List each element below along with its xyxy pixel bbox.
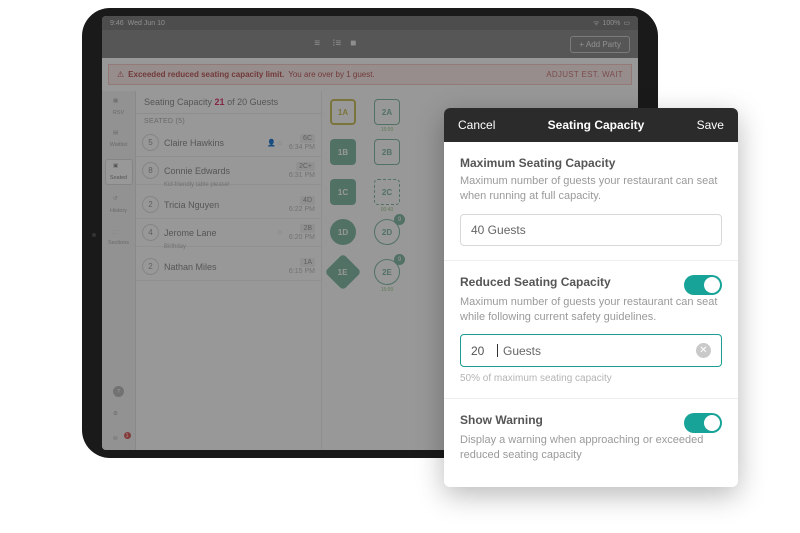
max-capacity-field[interactable]: 40 Guests bbox=[460, 214, 722, 246]
tablet-camera bbox=[92, 233, 96, 237]
max-capacity-section: Maximum Seating Capacity Maximum number … bbox=[444, 142, 738, 261]
table-badge: 9 bbox=[394, 254, 405, 265]
capacity-header: Seating Capacity 21 of 20 Guests bbox=[136, 91, 321, 114]
guest-row[interactable]: 2Nathan Miles1A6:15 PM bbox=[136, 253, 321, 281]
cancel-button[interactable]: Cancel bbox=[458, 118, 495, 132]
reduced-capacity-desc: Maximum number of guests your restaurant… bbox=[460, 295, 722, 325]
status-time: 9:46 bbox=[110, 20, 124, 27]
gear-icon: ⚙ bbox=[113, 411, 124, 422]
mail-icon: ✉ bbox=[113, 436, 124, 447]
show-warning-toggle[interactable] bbox=[684, 413, 722, 433]
guest-row[interactable]: 4Jerome Lane⌂2B6:20 PM bbox=[136, 219, 321, 247]
table-2E[interactable]: 2E bbox=[374, 259, 400, 285]
detail-view-icon[interactable]: ⁝≡ bbox=[332, 39, 342, 49]
table-2D[interactable]: 2D bbox=[374, 219, 400, 245]
table-2A[interactable]: 2A bbox=[374, 99, 400, 125]
list-view-icon[interactable]: ≡ bbox=[314, 39, 324, 49]
nav-inbox[interactable]: ✉1 bbox=[105, 433, 133, 450]
clipboard-icon: ▤ bbox=[113, 130, 124, 141]
top-toolbar: ≡ ⁝≡ ■ + Add Party bbox=[102, 30, 638, 58]
guest-list-column: Seating Capacity 21 of 20 Guests SEATED … bbox=[136, 91, 322, 450]
table-badge: 9 bbox=[394, 214, 405, 225]
reduced-capacity-heading: Reduced Seating Capacity bbox=[460, 275, 674, 289]
nav-waitlist[interactable]: ▤Waitlist bbox=[105, 127, 133, 151]
capacity-warning-banner: ⚠ Exceeded reduced seating capacity limi… bbox=[108, 64, 632, 85]
battery-label: 100% bbox=[602, 20, 620, 27]
warning-text-rest: You are over by 1 guest. bbox=[288, 70, 374, 79]
table-1D[interactable]: 1D bbox=[330, 219, 356, 245]
table-1C[interactable]: 1C bbox=[330, 179, 356, 205]
warning-icon: ⚠ bbox=[117, 70, 124, 79]
seat-icon: ▣ bbox=[113, 163, 124, 174]
reduced-capacity-section: Reduced Seating Capacity Maximum number … bbox=[444, 261, 738, 400]
calendar-icon: ▦ bbox=[113, 98, 124, 109]
max-capacity-desc: Maximum number of guests your restaurant… bbox=[460, 174, 722, 204]
inbox-badge: 1 bbox=[124, 432, 131, 439]
reduced-capacity-input[interactable] bbox=[471, 344, 493, 358]
seated-section-label: SEATED (5) bbox=[136, 114, 321, 129]
side-nav: ▦RSV ▤Waitlist ▣Seated ↺History ⸬Section… bbox=[102, 91, 136, 450]
status-date: Wed Jun 10 bbox=[128, 20, 165, 27]
reduced-capacity-toggle[interactable] bbox=[684, 275, 722, 295]
guest-note: Kid-friendly table please! bbox=[136, 182, 321, 191]
guest-row[interactable]: 8Connie Edwards2C+6:31 PM bbox=[136, 157, 321, 185]
battery-icon: ▭ bbox=[623, 19, 630, 27]
adjust-wait-link[interactable]: ADJUST EST. WAIT bbox=[546, 70, 623, 79]
guest-row[interactable]: 2Tricia Nguyen4D6:22 PM bbox=[136, 191, 321, 219]
table-1E[interactable]: 1E bbox=[325, 254, 362, 291]
guest-note: Birthday bbox=[136, 244, 321, 253]
help-icon: ? bbox=[113, 386, 124, 397]
modal-title: Seating Capacity bbox=[548, 118, 645, 132]
status-bar: 9:46 Wed Jun 10 ᯤ 100% ▭ bbox=[102, 16, 638, 30]
table-1B[interactable]: 1B bbox=[330, 139, 356, 165]
table-1A[interactable]: 1A bbox=[330, 99, 356, 125]
warning-text-bold: Exceeded reduced seating capacity limit. bbox=[128, 70, 284, 79]
grid-icon: ⸬ bbox=[113, 228, 124, 239]
view-mode-switch[interactable]: ≡ ⁝≡ ■ bbox=[314, 39, 360, 49]
table-2C[interactable]: 2C bbox=[374, 179, 400, 205]
wifi-icon: ᯤ bbox=[593, 19, 599, 28]
reduced-capacity-field[interactable]: Guests ✕ bbox=[460, 334, 722, 367]
nav-rsv[interactable]: ▦RSV bbox=[105, 95, 133, 119]
guest-row[interactable]: 5Claire Hawkins👤 ⌂6C6:34 PM bbox=[136, 129, 321, 157]
reduced-capacity-suffix: Guests bbox=[503, 344, 541, 358]
max-capacity-heading: Maximum Seating Capacity bbox=[460, 156, 722, 170]
show-warning-section: Show Warning Display a warning when appr… bbox=[444, 399, 738, 487]
nav-seated[interactable]: ▣Seated bbox=[105, 159, 133, 185]
show-warning-heading: Show Warning bbox=[460, 413, 674, 427]
floor-view-icon[interactable]: ■ bbox=[350, 39, 360, 49]
nav-settings[interactable]: ⚙ bbox=[105, 408, 133, 425]
nav-history[interactable]: ↺History bbox=[105, 193, 133, 217]
text-caret bbox=[497, 344, 498, 357]
clear-input-icon[interactable]: ✕ bbox=[696, 343, 711, 358]
show-warning-desc: Display a warning when approaching or ex… bbox=[460, 433, 722, 463]
table-2B[interactable]: 2B bbox=[374, 139, 400, 165]
reduced-capacity-helper: 50% of maximum seating capacity bbox=[460, 373, 722, 384]
add-party-button[interactable]: + Add Party bbox=[570, 36, 630, 53]
nav-help[interactable]: ? bbox=[105, 383, 133, 400]
save-button[interactable]: Save bbox=[697, 118, 724, 132]
history-icon: ↺ bbox=[113, 196, 124, 207]
seating-capacity-modal: Cancel Seating Capacity Save Maximum Sea… bbox=[444, 108, 738, 487]
nav-sections[interactable]: ⸬Sections bbox=[105, 225, 133, 249]
